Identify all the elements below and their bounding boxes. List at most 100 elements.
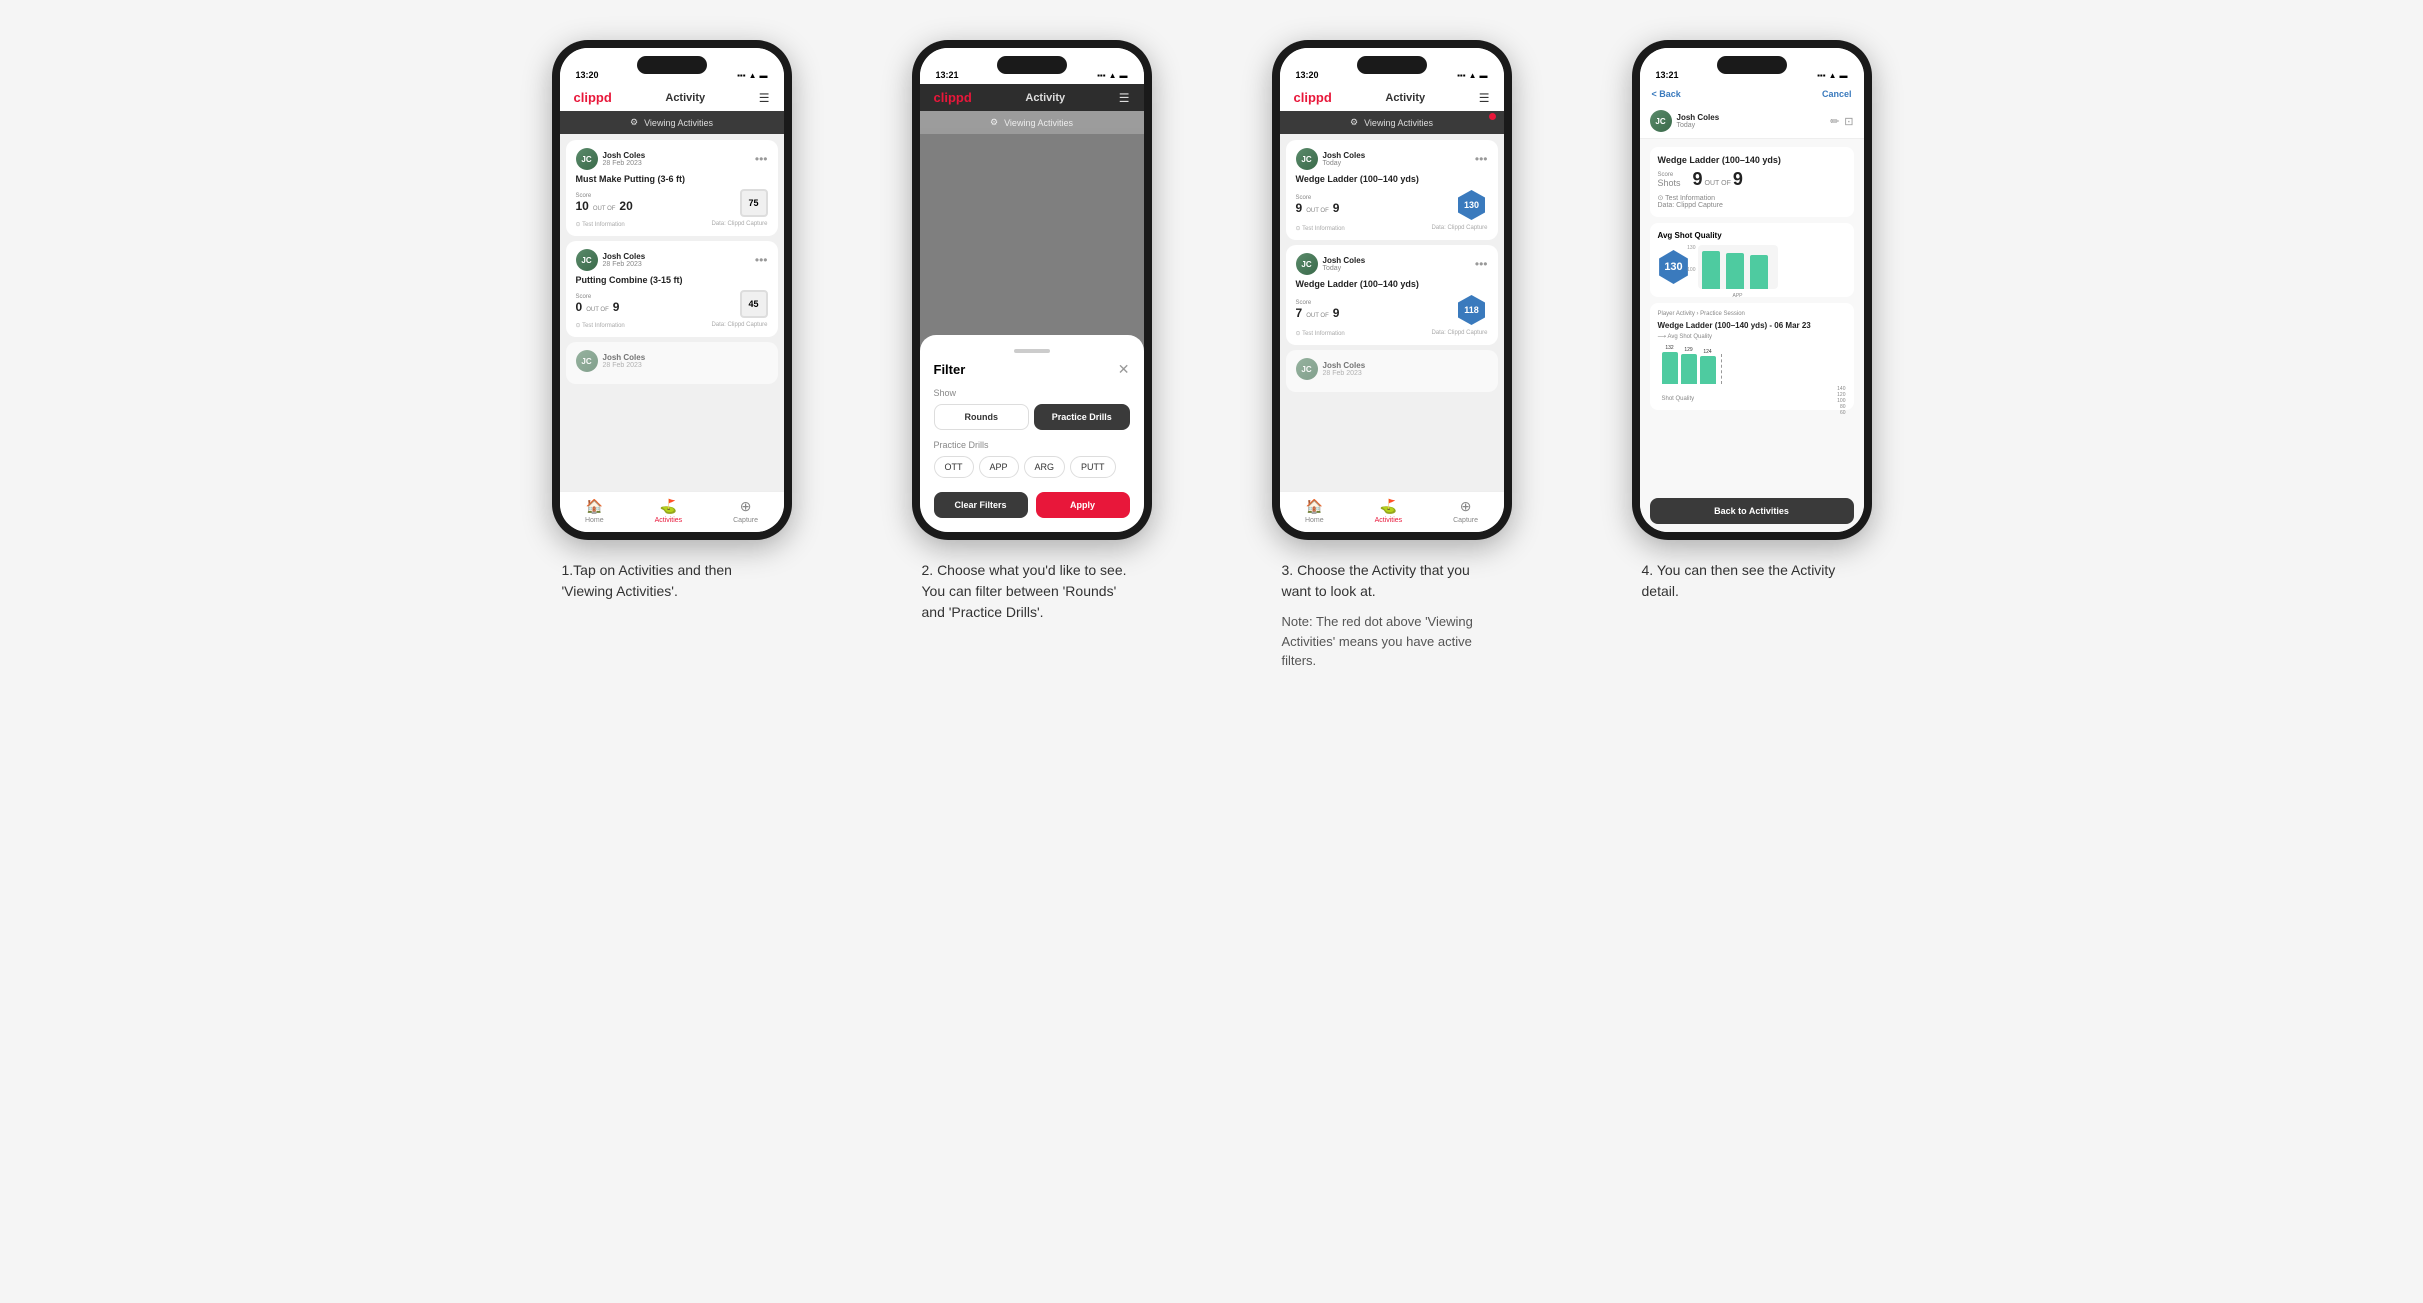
phone-column-4: 13:21 ▪▪▪ ▲ ▬ < Back Cancel JC Josh: [1592, 40, 1912, 671]
modal-buttons: Clear Filters Apply: [934, 492, 1130, 518]
filter-bar-2: ⚙ Viewing Activities: [920, 111, 1144, 134]
filter-bar-1[interactable]: ⚙ Viewing Activities: [560, 111, 784, 134]
modal-close-icon[interactable]: ✕: [1118, 361, 1130, 378]
wifi-icon-2: ▲: [1109, 71, 1117, 80]
menu-icon-3[interactable]: ☰: [1479, 91, 1490, 105]
wifi-icon-3: ▲: [1469, 71, 1477, 80]
user-name-3-2: Josh Coles: [1323, 256, 1366, 265]
toggle-row: Rounds Practice Drills: [934, 404, 1130, 430]
score-val-3-2: 7: [1296, 306, 1303, 320]
bottom-nav-3: 🏠 Home ⛳ Activities ⊕ Capture: [1280, 491, 1504, 532]
footer-left-1-2: ⊙ Test Information: [576, 322, 625, 329]
filter-tag-arg[interactable]: ARG: [1024, 456, 1066, 478]
detail-user-row-4: JC Josh Coles Today ✏ ⊡: [1640, 104, 1864, 139]
bottom-nav-capture-3[interactable]: ⊕ Capture: [1453, 498, 1478, 524]
battery-icon-3: ▬: [1480, 71, 1488, 80]
footer-right-1-1: Data: Clippd Capture: [711, 221, 767, 228]
capture-icon-1: ⊕: [740, 498, 752, 515]
bottom-nav-1: 🏠 Home ⛳ Activities ⊕ Capture: [560, 491, 784, 532]
filter-settings-icon-3: ⚙: [1350, 117, 1358, 128]
bottom-nav-capture-1[interactable]: ⊕ Capture: [733, 498, 758, 524]
expand-icon-4[interactable]: ⊡: [1844, 115, 1853, 128]
session-bar-1: [1662, 352, 1678, 384]
test-info-4: ⊙ Test Information: [1658, 194, 1846, 202]
more-dots-1-2[interactable]: •••: [755, 253, 768, 267]
activity-card-1-2[interactable]: JC Josh Coles 28 Feb 2023 ••• Putting Co…: [566, 241, 778, 337]
activity-card-3-1[interactable]: JC Josh Coles Today ••• Wedge Ladder (10…: [1286, 140, 1498, 240]
mini-chart-4: 130 100 APP: [1698, 245, 1778, 289]
avatar-3-2: JC: [1296, 253, 1318, 275]
filter-tag-putt[interactable]: PUTT: [1070, 456, 1116, 478]
dynamic-island-3: [1357, 56, 1427, 74]
filter-bar-3[interactable]: ⚙ Viewing Activities: [1280, 111, 1504, 134]
user-name-1-1: Josh Coles: [603, 151, 646, 160]
session-bar-2: [1681, 354, 1697, 384]
clear-filters-button[interactable]: Clear Filters: [934, 492, 1028, 518]
clippd-capture-4: Data: Clippd Capture: [1658, 202, 1846, 209]
time-2: 13:21: [936, 70, 959, 80]
avg-sq-card-4: Avg Shot Quality 130 130 100: [1650, 223, 1854, 297]
activity-card-3-3: JC Josh Coles 28 Feb 2023: [1286, 350, 1498, 392]
drill-name-4: Wedge Ladder (100–140 yds): [1658, 155, 1781, 165]
sq-hex-3-2: 118: [1456, 294, 1488, 326]
battery-icon-1: ▬: [760, 71, 768, 80]
sq-badge-1-2: 45: [740, 290, 768, 318]
capture-icon-3: ⊕: [1460, 498, 1472, 515]
dynamic-island-1: [637, 56, 707, 74]
status-icons-1: ▪▪▪ ▲ ▬: [737, 71, 767, 80]
battery-icon-2: ▬: [1120, 71, 1128, 80]
app-nav-2: clippd Activity ☰: [920, 84, 1144, 111]
avatar-3-1: JC: [1296, 148, 1318, 170]
signal-icon-4: ▪▪▪: [1817, 71, 1826, 80]
avatar-1-2: JC: [576, 249, 598, 271]
toggle-practice-drills[interactable]: Practice Drills: [1034, 404, 1130, 430]
more-dots-3-1[interactable]: •••: [1475, 152, 1488, 166]
show-label: Show: [934, 388, 1130, 398]
filter-modal-overlay: Filter ✕ Show Rounds Practice Drills Pra…: [920, 134, 1144, 532]
cancel-button-4[interactable]: Cancel: [1822, 89, 1852, 99]
user-date-1-2: 28 Feb 2023: [603, 261, 646, 268]
session-card-4: Player Activity › Practice Session Wedge…: [1650, 303, 1854, 410]
activity-card-1-1[interactable]: JC Josh Coles 28 Feb 2023 ••• Must Make …: [566, 140, 778, 236]
user-date-1-1: 28 Feb 2023: [603, 160, 646, 167]
user-name-4: Josh Coles: [1677, 113, 1720, 122]
filter-label-1: Viewing Activities: [644, 118, 713, 128]
menu-icon-1[interactable]: ☰: [759, 91, 770, 105]
back-to-activities-button[interactable]: Back to Activities: [1650, 498, 1854, 524]
modal-title: Filter: [934, 362, 966, 377]
toggle-rounds[interactable]: Rounds: [934, 404, 1030, 430]
more-dots-3-2[interactable]: •••: [1475, 257, 1488, 271]
sub-drill-title-4: Wedge Ladder (100–140 yds) - 06 Mar 23: [1658, 321, 1846, 330]
shots-val-1-1: 20: [619, 199, 632, 213]
detail-nav-4: < Back Cancel: [1640, 84, 1864, 104]
logo-3: clippd: [1294, 90, 1332, 105]
activity-card-1-3: JC Josh Coles 28 Feb 2023: [566, 342, 778, 384]
bottom-nav-activities-3[interactable]: ⛳ Activities: [1375, 498, 1403, 524]
page-container: 13:20 ▪▪▪ ▲ ▬ clippd Activity ☰ ⚙ View: [512, 40, 1912, 671]
session-label-4: Player Activity › Practice Session: [1658, 311, 1846, 317]
footer-right-3-2: Data: Clippd Capture: [1431, 330, 1487, 337]
back-button-4[interactable]: < Back: [1652, 89, 1681, 99]
filter-settings-icon-2: ⚙: [990, 117, 998, 128]
bottom-nav-activities-1[interactable]: ⛳ Activities: [655, 498, 683, 524]
bottom-nav-home-3[interactable]: 🏠 Home: [1305, 498, 1324, 524]
apply-button[interactable]: Apply: [1036, 492, 1130, 518]
red-dot-3: [1489, 113, 1496, 120]
time-1: 13:20: [576, 70, 599, 80]
edit-icon-4[interactable]: ✏: [1830, 115, 1839, 128]
activity-card-3-2[interactable]: JC Josh Coles Today ••• Wedge Ladder (10…: [1286, 245, 1498, 345]
bottom-nav-home-1[interactable]: 🏠 Home: [585, 498, 604, 524]
activity-list-3: JC Josh Coles Today ••• Wedge Ladder (10…: [1280, 134, 1504, 491]
status-icons-3: ▪▪▪ ▲ ▬: [1457, 71, 1487, 80]
avatar-4: JC: [1650, 110, 1672, 132]
status-icons-4: ▪▪▪ ▲ ▬: [1817, 71, 1847, 80]
chart-bar-1: [1702, 251, 1720, 289]
filter-modal: Filter ✕ Show Rounds Practice Drills Pra…: [920, 335, 1144, 532]
more-dots-1-1[interactable]: •••: [755, 152, 768, 166]
filter-tag-ott[interactable]: OTT: [934, 456, 974, 478]
filter-tag-app[interactable]: APP: [979, 456, 1019, 478]
chart-label-4: APP: [1698, 293, 1778, 299]
menu-icon-2[interactable]: ☰: [1119, 91, 1130, 105]
phone-3: 13:20 ▪▪▪ ▲ ▬ clippd Activity ☰ ⚙ Viewin…: [1272, 40, 1512, 540]
shot-quality-axis-4: Shot Quality: [1658, 396, 1846, 402]
